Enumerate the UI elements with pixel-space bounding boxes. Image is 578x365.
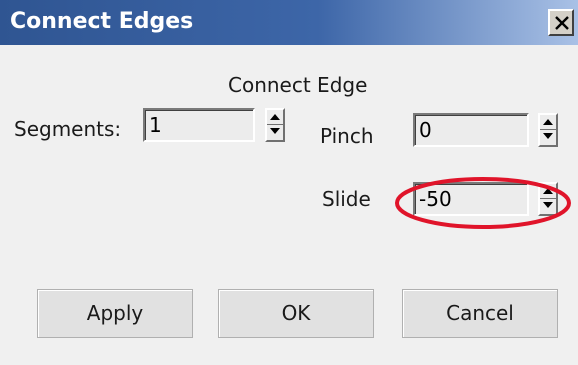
- window-title: Connect Edges: [10, 9, 194, 34]
- title-bar[interactable]: Connect Edges: [0, 0, 578, 45]
- ok-button[interactable]: OK: [218, 289, 374, 338]
- cancel-button[interactable]: Cancel: [402, 289, 558, 338]
- pinch-spinner[interactable]: [538, 113, 558, 147]
- section-heading: Connect Edge: [228, 73, 368, 97]
- segments-spinner[interactable]: [265, 108, 285, 142]
- apply-button[interactable]: Apply: [37, 289, 193, 338]
- red-highlight-ellipse: [395, 177, 571, 229]
- pinch-spin-down-icon[interactable]: [540, 130, 556, 145]
- pinch-label: Pinch: [320, 124, 374, 148]
- segments-value: 1: [149, 113, 162, 137]
- segments-spin-up-icon[interactable]: [267, 110, 283, 125]
- pinch-spin-up-icon[interactable]: [540, 115, 556, 130]
- slide-label: Slide: [322, 187, 371, 211]
- pinch-field[interactable]: 0: [413, 113, 529, 147]
- segments-label: Segments:: [14, 117, 122, 141]
- close-button[interactable]: [548, 9, 574, 36]
- connect-edges-dialog: Connect Edges Connect Edge Segments: 1 P…: [0, 0, 578, 365]
- segments-spin-down-icon[interactable]: [267, 125, 283, 140]
- close-icon: [555, 16, 569, 30]
- pinch-value: 0: [419, 118, 432, 142]
- segments-field[interactable]: 1: [143, 108, 255, 142]
